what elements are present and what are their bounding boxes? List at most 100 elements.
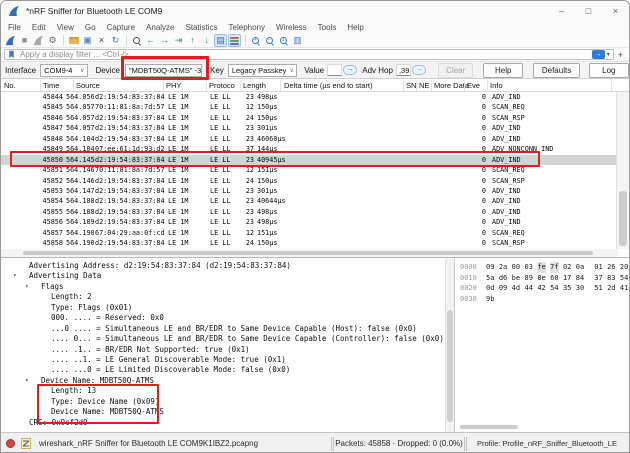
menu-go[interactable]: Go <box>85 23 96 32</box>
detail-line[interactable]: ...0 .... = Simultaneous LE and BR/EDR t… <box>1 324 445 334</box>
hex-byte[interactable]: 37 <box>594 273 602 284</box>
detail-line[interactable]: Type: Flags (0x01) <box>1 303 445 313</box>
bytes-horizontal-scrollbar[interactable] <box>460 425 518 429</box>
hex-byte[interactable]: be <box>512 273 520 284</box>
filter-dropdown-icon[interactable] <box>607 51 610 58</box>
hex-byte[interactable]: 17 <box>563 273 571 284</box>
detail-line[interactable]: 000. .... = Reserved: 0x0 <box>1 313 445 323</box>
start-capture-icon[interactable] <box>4 34 17 47</box>
column-separator[interactable] <box>464 80 465 91</box>
capture-options-icon[interactable]: ⚙ <box>46 34 59 47</box>
advhop-input[interactable]: ,39 <box>396 64 411 76</box>
scrollbar-thumb[interactable] <box>23 251 593 255</box>
hex-byte[interactable]: 7f <box>550 262 558 273</box>
menu-capture[interactable]: Capture <box>107 23 135 32</box>
display-filter-input[interactable]: Apply a display filter ... <Ctrl-/> <box>4 49 614 60</box>
device-select[interactable]: "MDBT50Q-ATMS" -3 <box>125 64 202 77</box>
hex-byte[interactable]: 54 <box>620 273 628 284</box>
expand-arrow-icon[interactable]: ▾ <box>13 271 17 281</box>
menu-help[interactable]: Help <box>347 23 363 32</box>
close-file-icon[interactable]: × <box>95 34 108 47</box>
packet-row-45858[interactable]: 45858564.190d2:19:54:83:37:84LE 1MLE LL2… <box>1 238 618 248</box>
go-to-packet-icon[interactable]: ⇥ <box>172 34 185 47</box>
minimize-button[interactable]: – <box>548 1 575 21</box>
packet-row-45855[interactable]: 45855564.188d2:19:54:83:37:84LE 1MLE LL2… <box>1 207 618 217</box>
detail-line[interactable]: CRC: 0x9cf2d9 <box>1 418 445 428</box>
key-select[interactable]: Legacy Passkey <box>228 64 297 77</box>
hex-byte[interactable]: 9b <box>486 294 494 305</box>
column-header-phy[interactable]: PHY <box>166 79 181 92</box>
colorize-icon[interactable] <box>228 34 241 47</box>
column-header-ne[interactable]: NE <box>419 79 429 92</box>
advhop-apply-icon[interactable] <box>412 65 426 75</box>
value-input[interactable] <box>327 64 342 76</box>
detail-line[interactable]: .... .1.. = BR/EDR Not Supported: true (… <box>1 345 445 355</box>
menu-tools[interactable]: Tools <box>318 23 337 32</box>
detail-line[interactable]: .... 0... = Simultaneous LE and BR/EDR t… <box>1 334 445 344</box>
resize-columns-icon[interactable]: ▥ <box>291 34 304 47</box>
hex-byte[interactable]: 30 <box>576 283 584 294</box>
close-button[interactable]: × <box>602 1 629 21</box>
menu-view[interactable]: View <box>57 23 74 32</box>
hex-byte[interactable]: 20 <box>620 262 628 273</box>
packet-row-45851[interactable]: 45851564.14670:11:81:8a:7d:57LE 1MLE LL1… <box>1 165 618 175</box>
column-separator[interactable] <box>240 80 241 91</box>
menu-telephony[interactable]: Telephony <box>229 23 265 32</box>
column-separator[interactable] <box>73 80 74 91</box>
packet-list-vertical-scrollbar[interactable] <box>616 92 629 249</box>
hex-byte[interactable]: 8e <box>537 273 545 284</box>
hex-byte[interactable]: 89 <box>524 273 532 284</box>
menu-analyze[interactable]: Analyze <box>146 23 174 32</box>
apply-filter-icon[interactable] <box>592 50 605 59</box>
column-header-time[interactable]: Time <box>43 79 59 92</box>
hex-byte[interactable]: 26 <box>607 262 615 273</box>
expand-arrow-icon[interactable]: ▾ <box>25 282 29 292</box>
hex-byte[interactable]: 51 <box>594 283 602 294</box>
packet-row-45844[interactable]: 45844564.056d2:19:54:83:37:84LE 1MLE LL2… <box>1 92 618 102</box>
profile-name[interactable]: Profile: Profile_nRF_Sniffer_Bluetooth_L… <box>467 439 629 448</box>
hex-byte[interactable]: 5a <box>486 273 494 284</box>
open-file-icon[interactable] <box>67 34 80 47</box>
reload-file-icon[interactable]: ↻ <box>109 34 122 47</box>
packet-row-45856[interactable]: 45856564.189d2:19:54:83:37:84LE 1MLE LL2… <box>1 217 618 227</box>
packet-row-45849[interactable]: 45849564.10407:ee:61:1d:93:d2LE 1MLE LL3… <box>1 144 618 154</box>
hex-byte[interactable]: 02 <box>563 262 571 273</box>
zoom-in-icon[interactable]: + <box>249 34 262 47</box>
packet-row-45847[interactable]: 45847564.057d2:19:54:83:37:84LE 1MLE LL2… <box>1 123 618 133</box>
auto-scroll-icon[interactable]: ▤ <box>214 34 227 47</box>
packet-row-45857[interactable]: 45857564.19067:04:29:aa:0f:cdLE 1MLE LL1… <box>1 228 618 238</box>
details-vertical-scrollbar[interactable] <box>445 257 454 432</box>
hex-byte[interactable]: 4d <box>512 283 520 294</box>
column-separator[interactable] <box>206 80 207 91</box>
go-forward-icon[interactable]: → <box>158 34 171 47</box>
column-header-delta-time-s-end-to-start-[interactable]: Delta time (µs end to start) <box>284 79 373 92</box>
bookmark-icon[interactable] <box>7 50 16 59</box>
hex-byte[interactable]: 54 <box>550 283 558 294</box>
help-button[interactable]: Help <box>483 63 523 78</box>
hex-byte[interactable]: 00 <box>512 262 520 273</box>
expand-arrow-icon[interactable]: ▾ <box>25 376 29 386</box>
packet-row-45848[interactable]: 45848564.104d2:19:54:83:37:84LE 1MLE LL2… <box>1 134 618 144</box>
scrollbar-thumb[interactable] <box>619 191 627 246</box>
hex-byte[interactable]: 41 <box>620 283 628 294</box>
defaults-button[interactable]: Defaults <box>533 63 579 78</box>
hex-byte[interactable]: 09 <box>499 283 507 294</box>
hex-byte[interactable]: 84 <box>576 273 584 284</box>
column-separator[interactable] <box>403 80 404 91</box>
stop-capture-icon[interactable]: ■ <box>18 34 31 47</box>
detail-line[interactable]: .... ...0 = LE Limited Discoverable Mode… <box>1 365 445 375</box>
menu-file[interactable]: File <box>8 23 21 32</box>
packet-row-45845[interactable]: 45845564.05770:11:81:8a:7d:57LE 1MLE LL1… <box>1 102 618 112</box>
hex-byte[interactable]: 42 <box>537 283 545 294</box>
restart-capture-icon[interactable] <box>32 34 45 47</box>
packet-row-45854[interactable]: 45854564.188d2:19:54:83:37:84LE 1MLE LL2… <box>1 196 618 206</box>
hex-byte[interactable]: 2a <box>499 262 507 273</box>
column-separator[interactable] <box>487 80 488 91</box>
column-header-length[interactable]: Length <box>243 79 266 92</box>
capture-comment-icon[interactable] <box>21 438 31 449</box>
zoom-original-icon[interactable]: 1 <box>277 34 290 47</box>
find-packet-icon[interactable] <box>130 34 143 47</box>
interface-select[interactable]: COM9-4 <box>40 64 88 77</box>
packet-list-horizontal-scrollbar[interactable] <box>1 249 618 257</box>
clear-button[interactable]: Clear <box>438 63 473 78</box>
